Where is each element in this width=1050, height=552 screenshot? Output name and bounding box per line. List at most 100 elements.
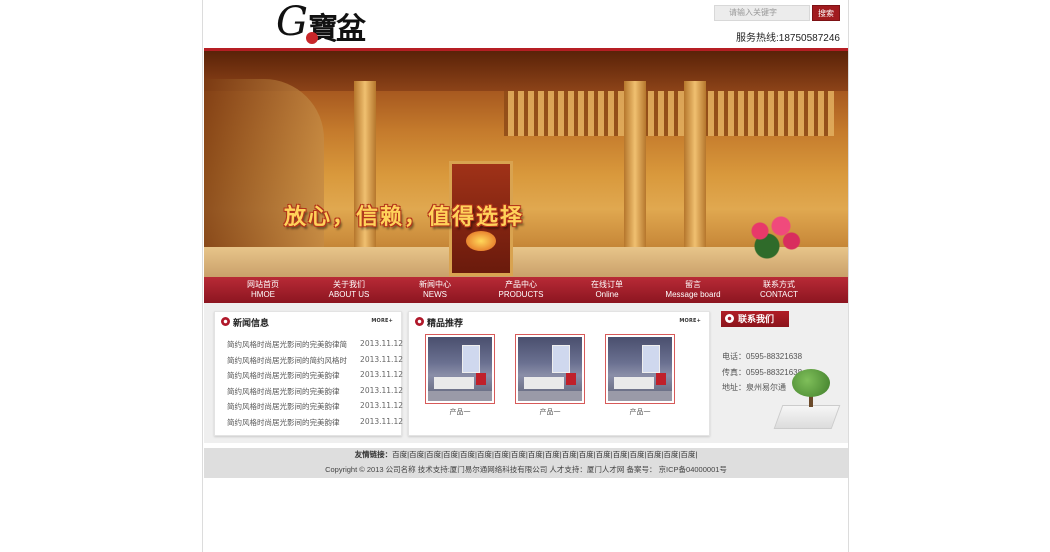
friend-link[interactable]: 百度 bbox=[663, 450, 678, 459]
friend-link[interactable]: 百度 bbox=[562, 450, 577, 459]
logo-letter: G bbox=[276, 0, 308, 45]
nav-item-contact[interactable]: 联系方式 CONTACT bbox=[736, 277, 822, 303]
flower-icon bbox=[221, 317, 230, 326]
news-item-title: 简约风格时尚居光影间的完美韵律 bbox=[227, 402, 340, 411]
friend-link[interactable]: 百度 bbox=[646, 450, 661, 459]
news-item-date: 2013.11.12 bbox=[360, 401, 403, 410]
nav-label-en: Message board bbox=[665, 290, 721, 299]
banner-flowers bbox=[739, 211, 809, 261]
news-list-item[interactable]: 简约风格时尚居光影间的简约风格时 2013.11.12 bbox=[227, 355, 403, 371]
flower-icon bbox=[725, 314, 734, 323]
nav-label-cn: 在线订单 bbox=[591, 280, 623, 289]
nav-label-cn: 产品中心 bbox=[505, 280, 537, 289]
banner-balcony bbox=[504, 91, 834, 136]
nav-label-cn: 新闻中心 bbox=[419, 280, 451, 289]
product-card: 产品一 bbox=[515, 334, 585, 417]
nav-label-en: Online bbox=[595, 290, 619, 299]
friend-link[interactable]: 百度 bbox=[613, 450, 628, 459]
copyright: Copyright © 2013 公司名称 技术支持:厦门易尔通网络科技有限公司… bbox=[204, 462, 848, 478]
product-label[interactable]: 产品一 bbox=[425, 407, 495, 417]
nav-item-products[interactable]: 产品中心 PRODUCTS bbox=[478, 277, 564, 303]
nav-label-en: PRODUCTS bbox=[498, 290, 544, 299]
service-hotline: 服务热线:18750587246 bbox=[736, 33, 840, 44]
news-list-item[interactable]: 简约风格时尚居光影间的完美韵律 2013.11.12 bbox=[227, 417, 403, 433]
nav-item-online-order[interactable]: 在线订单 Online bbox=[564, 277, 650, 303]
nav-label-cn: 网站首页 bbox=[247, 280, 279, 289]
news-item-title: 简约风格时尚居光影间的完美韵律 bbox=[227, 417, 340, 427]
contact-panel: 联系我们 电话：0595-88321638 传真：0595-88321638 地… bbox=[716, 311, 848, 436]
contact-title-text: 联系我们 bbox=[738, 314, 775, 324]
news-item-date: 2013.11.12 bbox=[360, 354, 403, 364]
friend-link[interactable]: 百度 bbox=[630, 450, 645, 459]
news-more-link[interactable]: MORE+ bbox=[371, 318, 393, 324]
product-label[interactable]: 产品一 bbox=[515, 407, 585, 417]
news-panel: 新闻信息 MORE+ 简约风格时尚居光影间的完美韵律简 2013.11.12 简约… bbox=[214, 311, 403, 436]
news-item-title: 简约风格时尚居光影间的完美韵律 bbox=[227, 371, 340, 380]
products-panel: 精品推荐 MORE+ 产品一 产品一 产品一 bbox=[408, 311, 710, 436]
news-item-date: 2013.11.12 bbox=[360, 370, 403, 379]
product-card: 产品一 bbox=[425, 334, 495, 417]
logo-seal-icon bbox=[306, 32, 318, 44]
news-list-item[interactable]: 简约风格时尚居光影间的完美韵律 2013.11.12 bbox=[227, 401, 403, 417]
friend-link[interactable]: 百度 bbox=[494, 450, 509, 459]
nav-label-en: NEWS bbox=[423, 290, 447, 299]
news-panel-title: 新闻信息 bbox=[221, 316, 269, 329]
news-title-text: 新闻信息 bbox=[233, 318, 270, 328]
news-list-item[interactable]: 简约风格时尚居光影间的完美韵律 2013.11.12 bbox=[227, 370, 403, 386]
nav-label-cn: 关于我们 bbox=[333, 280, 365, 289]
news-list-item[interactable]: 简约风格时尚居光影间的完美韵律 2013.11.12 bbox=[227, 386, 403, 402]
friend-link[interactable]: 百度 bbox=[511, 450, 526, 459]
products-title-text: 精品推荐 bbox=[427, 318, 464, 328]
product-image[interactable] bbox=[515, 334, 585, 404]
news-item-title: 简约风格时尚居光影间的完美韵律简 bbox=[227, 340, 347, 349]
flower-icon bbox=[415, 317, 424, 326]
friend-link[interactable]: 百度 bbox=[426, 450, 441, 459]
contact-heading: 联系我们 bbox=[721, 311, 789, 327]
site-logo[interactable]: G 寶盆 bbox=[276, 0, 396, 48]
friend-link[interactable]: 百度 bbox=[477, 450, 492, 459]
search-input[interactable]: 请输入关键字 bbox=[714, 5, 810, 21]
news-item-date: 2013.11.12 bbox=[360, 385, 403, 395]
news-list-item[interactable]: 简约风格时尚居光影间的完美韵律简 2013.11.12 bbox=[227, 339, 403, 355]
friend-link[interactable]: 百度 bbox=[460, 450, 475, 459]
friend-links-label: 友情链接： bbox=[354, 450, 393, 459]
tree-book-illustration bbox=[773, 369, 841, 433]
nav-item-news[interactable]: 新闻中心 NEWS bbox=[392, 277, 478, 303]
friend-links-list: 百度|百度|百度|百度|百度|百度|百度|百度|百度|百度|百度|百度|百度|百… bbox=[392, 450, 697, 459]
news-item-date: 2013.11.12 bbox=[360, 339, 403, 348]
product-label[interactable]: 产品一 bbox=[605, 407, 675, 417]
friend-link[interactable]: 百度 bbox=[579, 450, 594, 459]
news-item-title: 简约风格时尚居光影间的简约风格时 bbox=[227, 355, 347, 365]
banner-slogan: 放心，信赖，值得选择 bbox=[284, 205, 525, 230]
nav-label-en: ABOUT US bbox=[328, 290, 370, 299]
friend-link[interactable]: 百度 bbox=[409, 450, 424, 459]
product-card: 产品一 bbox=[605, 334, 675, 417]
friend-link[interactable]: 百度 bbox=[680, 450, 695, 459]
banner-fire bbox=[466, 231, 496, 251]
friend-link[interactable]: 百度 bbox=[392, 450, 407, 459]
product-image[interactable] bbox=[605, 334, 675, 404]
banner-ceiling bbox=[204, 51, 848, 91]
contact-phone: 电话：0595-88321638 bbox=[722, 352, 803, 361]
friend-link[interactable]: 百度 bbox=[545, 450, 560, 459]
nav-label-cn: 留言 bbox=[685, 280, 701, 289]
search-button[interactable]: 搜索 bbox=[812, 5, 840, 21]
news-list: 简约风格时尚居光影间的完美韵律简 2013.11.12 简约风格时尚居光影间的简约… bbox=[227, 339, 403, 432]
products-panel-title: 精品推荐 bbox=[415, 316, 463, 329]
friend-link[interactable]: 百度 bbox=[443, 450, 458, 459]
nav-label-cn: 联系方式 bbox=[763, 280, 795, 289]
main-nav: 网站首页 HMOE 关于我们 ABOUT US 新闻中心 NEWS 产品中心 PRODU… bbox=[204, 277, 848, 303]
header: G 寶盆 请输入关键字 搜索 服务热线:18750587246 bbox=[204, 0, 848, 51]
nav-item-about[interactable]: 关于我们 ABOUT US bbox=[306, 277, 392, 303]
products-more-link[interactable]: MORE+ bbox=[679, 318, 701, 324]
left-gutter bbox=[0, 0, 203, 552]
hero-banner: 放心，信赖，值得选择 bbox=[204, 51, 848, 277]
nav-item-home[interactable]: 网站首页 HMOE bbox=[220, 277, 306, 303]
news-item-date: 2013.11.12 bbox=[360, 416, 403, 426]
nav-label-en: CONTACT bbox=[759, 290, 799, 299]
nav-item-message-board[interactable]: 留言 Message board bbox=[650, 277, 736, 303]
friend-link[interactable]: 百度 bbox=[596, 450, 611, 459]
news-item-title: 简约风格时尚居光影间的完美韵律 bbox=[227, 386, 340, 396]
product-image[interactable] bbox=[425, 334, 495, 404]
friend-link[interactable]: 百度 bbox=[528, 450, 543, 459]
